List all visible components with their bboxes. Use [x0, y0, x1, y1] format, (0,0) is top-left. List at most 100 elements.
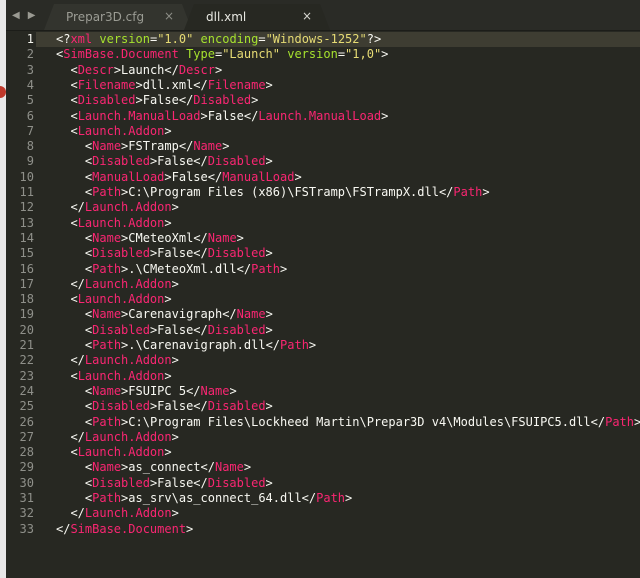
- code-token: </: [207, 169, 223, 184]
- code-token: Path: [251, 261, 281, 276]
- code-token: <: [70, 77, 78, 92]
- code-token: "Windows-1252": [265, 32, 367, 46]
- tab-close-icon[interactable]: ×: [164, 9, 174, 23]
- code-line[interactable]: <?xml version="1.0" encoding="Windows-12…: [56, 32, 381, 47]
- line-number: 6: [26, 108, 34, 123]
- code-token: >: [265, 307, 273, 322]
- code-token: Launch.Addon: [84, 353, 172, 368]
- code-token: FSTramp: [128, 139, 179, 154]
- line-number: 12: [19, 200, 34, 215]
- code-line[interactable]: <Launch.Addon>: [56, 445, 171, 460]
- code-token: Type: [186, 47, 215, 62]
- code-line[interactable]: </Launch.Addon>: [56, 200, 179, 215]
- code-token: as_srv\as_connect_64.dll: [128, 491, 302, 505]
- tab-navigation: ◀ ▶: [10, 0, 37, 30]
- code-line[interactable]: <Descr>Launch</Descr>: [56, 63, 222, 78]
- code-token: xml: [70, 32, 93, 46]
- code-token: </: [70, 429, 85, 444]
- code-token: </: [193, 77, 208, 92]
- code-line[interactable]: </Launch.Addon>: [56, 506, 178, 521]
- code-token: Launch.Addon: [77, 123, 165, 138]
- code-token: Launch.Addon: [84, 200, 172, 215]
- tab-prepar3d-cfg[interactable]: Prepar3D.cfg ×: [44, 4, 192, 30]
- code-token: C:\Program Files (x86)\FSTramp\FSTrampX.…: [128, 185, 439, 199]
- code-line[interactable]: <Launch.Addon>: [56, 123, 171, 139]
- code-token: Launch.Addon: [77, 445, 165, 460]
- line-number: 26: [19, 414, 34, 429]
- code-line[interactable]: <ManualLoad>False</ManualLoad>: [56, 170, 302, 185]
- code-line[interactable]: <Launch.Addon>: [56, 216, 171, 231]
- code-token: </: [178, 93, 194, 108]
- tab-prev-arrow-icon[interactable]: ◀: [10, 10, 22, 21]
- code-line[interactable]: <Path>C:\Program Files (x86)\FSTramp\FST…: [56, 185, 490, 200]
- code-token: </: [243, 108, 259, 123]
- code-token: >: [381, 47, 389, 62]
- code-line[interactable]: <Disabled>False</Disabled>: [56, 399, 273, 414]
- code-token: </: [70, 200, 85, 215]
- code-token: ManualLoad: [92, 169, 165, 184]
- code-token: Descr: [77, 62, 114, 77]
- code-token: False: [157, 322, 194, 337]
- code-token: </: [222, 307, 237, 322]
- line-number: 20: [19, 322, 34, 337]
- code-line[interactable]: </SimBase.Document>: [56, 522, 193, 537]
- code-line[interactable]: <Name>Carenavigraph</Name>: [56, 307, 273, 322]
- line-number: 15: [19, 246, 34, 261]
- code-line[interactable]: <Disabled>False</Disabled>: [56, 476, 273, 491]
- code-line[interactable]: <Name>CMeteoXml</Name>: [56, 231, 244, 246]
- code-line[interactable]: <Disabled>False</Disabled>: [56, 323, 273, 338]
- code-line[interactable]: <Path>.\CMeteoXml.dll</Path>: [56, 262, 287, 277]
- line-number: 23: [19, 368, 34, 383]
- code-token: >: [171, 429, 179, 444]
- code-line[interactable]: <Name>FSUIPC 5</Name>: [56, 384, 237, 399]
- code-editor[interactable]: 1 2 3 4 5 6 7 8 9 10 11 12 13 14 15 16 17 18 19 20 21 22 23 24 2…: [6, 31, 640, 578]
- code-token: Name: [236, 307, 266, 322]
- code-line[interactable]: <Launch.Addon>: [56, 292, 171, 307]
- code-line[interactable]: <Path>C:\Program Files\Lockheed Martin\P…: [56, 415, 640, 430]
- code-token: >: [634, 414, 640, 429]
- line-number: 32: [19, 506, 34, 521]
- tab-close-icon[interactable]: ×: [302, 9, 312, 23]
- code-token: ManualLoad: [222, 169, 295, 184]
- code-token: Disabled: [92, 246, 150, 261]
- code-line[interactable]: <Name>as_connect</Name>: [56, 460, 251, 475]
- code-line[interactable]: </Launch.Addon>: [56, 276, 179, 292]
- code-line[interactable]: <Disabled>False</Disabled>: [56, 154, 273, 169]
- code-token: >: [171, 200, 179, 215]
- code-line[interactable]: <Name>FSTramp</Name>: [56, 139, 230, 154]
- code-line[interactable]: <Disabled>False</Disabled>: [56, 93, 258, 108]
- code-line[interactable]: <Launch.ManualLoad>False</Launch.ManualL…: [56, 109, 388, 124]
- code-token: </: [301, 491, 317, 505]
- tab-bar: ◀ ▶ Prepar3D.cfg × dll.xml ×: [6, 0, 640, 31]
- code-token: Path: [92, 491, 122, 505]
- code-token: >: [229, 383, 237, 398]
- code-token: >: [171, 276, 179, 291]
- line-number: 28: [19, 445, 34, 460]
- code-token: </: [164, 62, 179, 77]
- code-line[interactable]: <SimBase.Document Type="Launch" version=…: [56, 47, 388, 62]
- code-line[interactable]: <Launch.Addon>: [56, 369, 171, 384]
- code-line[interactable]: </Launch.Addon>: [56, 353, 178, 368]
- code-token: =: [337, 47, 346, 62]
- code-line[interactable]: <Disabled>False</Disabled>: [56, 246, 273, 261]
- tab-dll-xml[interactable]: dll.xml ×: [184, 4, 330, 30]
- code-token: Disabled: [207, 475, 266, 490]
- code-line[interactable]: <Path>.\Carenavigraph.dll</Path>: [56, 338, 316, 353]
- code-token: False: [157, 246, 194, 261]
- tab-next-arrow-icon[interactable]: ▶: [26, 10, 38, 21]
- code-line[interactable]: </Launch.Addon>: [56, 429, 179, 445]
- code-token: <: [70, 445, 78, 460]
- code-token: Name: [92, 460, 122, 475]
- code-line[interactable]: <Filename>dll.xml</Filename>: [56, 77, 272, 93]
- code-token: </: [265, 338, 281, 352]
- code-line[interactable]: <Path>as_srv\as_connect_64.dll</Path>: [56, 491, 352, 506]
- code-token: .\Carenavigraph.dll: [128, 338, 266, 352]
